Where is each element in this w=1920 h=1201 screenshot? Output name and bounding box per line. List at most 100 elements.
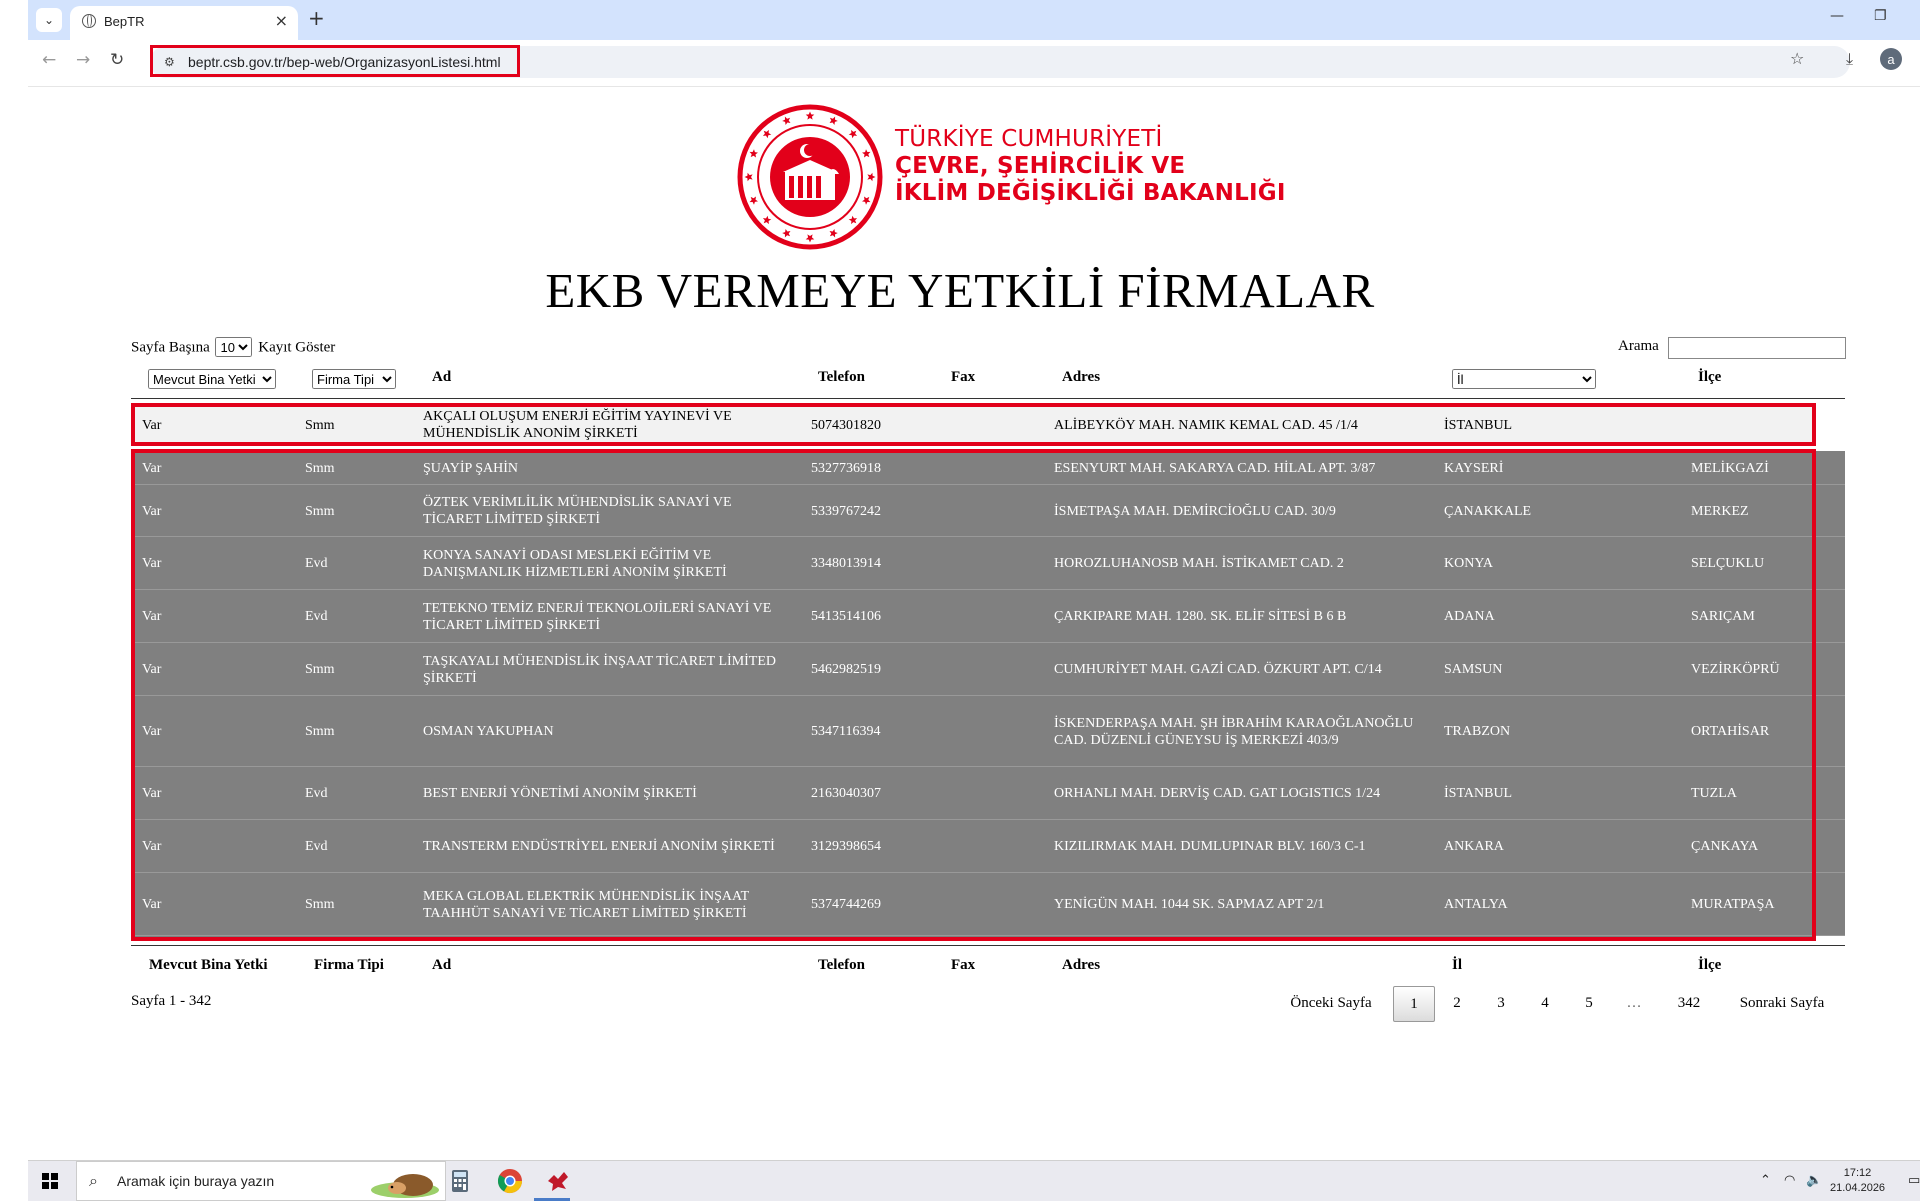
search-input[interactable] [1668, 337, 1846, 359]
page-button-4[interactable]: 4 [1533, 986, 1557, 1020]
cell-ad: KONYA SANAYİ ODASI MESLEKİ EĞİTİM VE DAN… [423, 547, 727, 580]
download-icon[interactable]: ⤓ [1846, 49, 1853, 69]
bookmark-star-icon[interactable]: ☆ [1790, 49, 1804, 68]
taskbar-search-box[interactable]: ⌕ Aramak için buraya yazın [76, 1161, 446, 1201]
page-title: EKB VERMEYE YETKİLİ FİRMALAR [545, 263, 1375, 318]
pagination-info: Sayfa 1 - 342 [131, 993, 212, 1009]
cell-telefon: 3348013914 [811, 556, 881, 571]
column-header-telefon[interactable]: Telefon [818, 369, 865, 386]
cell-fax [951, 696, 1041, 767]
chevron-up-icon[interactable]: ⌃ [1760, 1173, 1771, 1188]
cell-ilce: TUZLA [1691, 786, 1737, 801]
notification-icon[interactable]: ▭ [1908, 1173, 1920, 1188]
cell-adres: HOROZLUHANOSB MAH. İSTİKAMET CAD. 2 [1054, 556, 1344, 571]
column-header-adres[interactable]: Adres [1062, 369, 1100, 386]
cell-tip: Evd [305, 839, 328, 854]
column-header-ad[interactable]: Ad [432, 369, 451, 386]
search-icon: ⌕ [89, 1171, 98, 1190]
restore-icon[interactable]: ❐ [1874, 8, 1887, 24]
forward-arrow-icon[interactable]: → [76, 50, 90, 70]
cell-ilce: ÇANKAYA [1691, 839, 1759, 854]
page-button-3[interactable]: 3 [1489, 986, 1513, 1020]
footer-header-telefon[interactable]: Telefon [818, 957, 865, 974]
cell-mevcut: Var [142, 556, 162, 571]
prev-page-button[interactable]: Önceki Sayfa [1286, 986, 1376, 1020]
column-header-ilce[interactable]: İlçe [1698, 369, 1721, 386]
cell-adres: ALİBEYKÖY MAH. NAMIK KEMAL CAD. 45 /1/4 [1054, 417, 1358, 433]
cell-il: ÇANAKKALE [1444, 503, 1532, 519]
cell-ilce: MERKEZ [1691, 503, 1749, 519]
globe-icon [82, 14, 96, 28]
tab-search-button[interactable]: ⌄ [36, 8, 62, 32]
footer-header-ilce[interactable]: İlçe [1698, 957, 1721, 974]
cell-adres: İSMETPAŞA MAH. DEMİRCİOĞLU CAD. 30/9 [1054, 503, 1336, 519]
cell-ilce: ORTAHİSAR [1691, 724, 1770, 739]
search-control: Arama [1618, 337, 1846, 359]
windows-start-icon[interactable] [42, 1173, 58, 1189]
cell-ad: TRANSTERM ENDÜSTRİYEL ENERJİ ANONİM ŞİRK… [423, 839, 775, 854]
cell-ad: BEST ENERJİ YÖNETİMİ ANONİM ŞİRKETİ [423, 786, 697, 801]
cell-il: İSTANBUL [1444, 786, 1513, 801]
cell-ilce: SARIÇAM [1691, 609, 1755, 624]
page-button-1[interactable]: 1 [1393, 986, 1435, 1022]
page-button-5[interactable]: 5 [1577, 986, 1601, 1020]
footer-header-firma-tipi[interactable]: Firma Tipi [314, 957, 384, 974]
table-row: Var Smm ŞUAYİP ŞAHİN 5327736918 ESENYURT MAH… [131, 451, 1845, 485]
table-row: Var Smm TAŞKAYALI MÜHENDİSLİK İNŞAAT TİCAR… [131, 643, 1845, 696]
cell-adres: ÇARKIPARE MAH. 1280. SK. ELİF SİTESİ B 6… [1054, 609, 1347, 624]
cell-adres: ORHANLI MAH. DERVİŞ CAD. GAT LOGISTICS 1… [1054, 786, 1381, 801]
cell-adres: CUMHURİYET MAH. GAZİ CAD. ÖZKURT APT. C/… [1054, 662, 1382, 677]
footer-header-ad[interactable]: Ad [432, 957, 451, 974]
cell-ad: AKÇALI OLUŞUM ENERJİ EĞİTİM YAYINEVİ VE … [423, 409, 732, 441]
cell-ilce: MELİKGAZİ [1691, 460, 1769, 476]
cell-fax [951, 873, 1041, 936]
browser-tab-bar: ⌄ BepTR × + — ❐ [28, 0, 1920, 40]
footer-header-il[interactable]: İl [1452, 957, 1462, 974]
column-header-fax[interactable]: Fax [951, 369, 975, 386]
page-button-342[interactable]: 342 [1672, 986, 1706, 1020]
cell-ilce: SELÇUKLU [1691, 556, 1765, 571]
firma-tipi-filter-select[interactable]: Firma Tipi [312, 369, 396, 389]
minimize-icon[interactable]: — [1830, 8, 1844, 24]
footer-divider [131, 945, 1845, 946]
cell-tip: Smm [305, 897, 335, 912]
cell-fax [951, 537, 1041, 590]
il-filter-select[interactable]: İl [1452, 369, 1596, 389]
ministry-line-2: ÇEVRE, ŞEHİRCİLİK VE [895, 153, 1186, 179]
cell-il: KONYA [1444, 556, 1493, 571]
footer-header-fax[interactable]: Fax [951, 957, 975, 974]
footer-header-adres[interactable]: Adres [1062, 957, 1100, 974]
taskbar-search-placeholder: Aramak için buraya yazın [117, 1173, 275, 1189]
search-label: Arama [1618, 338, 1659, 354]
per-page-select[interactable]: 10 [215, 337, 253, 357]
cell-telefon: 5327736918 [811, 460, 881, 476]
network-icon[interactable]: ◠ [1784, 1173, 1795, 1188]
ministry-emblem-logo [737, 104, 883, 250]
per-page-control: Sayfa Başına 10 Kayıt Göster [131, 337, 335, 357]
browser-tab[interactable]: BepTR × [70, 6, 298, 40]
cell-tip: Smm [305, 417, 335, 433]
cell-il: ADANA [1444, 609, 1495, 624]
cell-fax [951, 485, 1041, 537]
snipping-tool-icon[interactable] [544, 1167, 572, 1195]
cell-adres: YENİGÜN MAH. 1044 SK. SAPMAZ APT 2/1 [1054, 897, 1325, 912]
close-icon[interactable]: × [275, 11, 288, 30]
mevcut-filter-select[interactable]: Mevcut Bina Yetki [148, 369, 276, 389]
footer-header-mevcut[interactable]: Mevcut Bina Yetki [149, 957, 268, 974]
cell-fax [951, 643, 1041, 696]
cell-adres: ESENYURT MAH. SAKARYA CAD. HİLAL APT. 3/… [1054, 460, 1376, 476]
new-tab-button[interactable]: + [308, 6, 325, 30]
table-row: Var Smm OSMAN YAKUPHAN 5347116394 İSKENDERPA… [131, 696, 1845, 767]
cell-mevcut: Var [142, 417, 162, 433]
volume-icon[interactable]: 🔈 [1806, 1173, 1822, 1188]
cell-adres: İSKENDERPAŞA MAH. ŞH İBRAHİM KARAOĞLANOĞ… [1054, 715, 1414, 748]
back-arrow-icon[interactable]: ← [42, 50, 56, 70]
next-page-button[interactable]: Sonraki Sayfa [1736, 986, 1828, 1020]
chrome-icon[interactable] [496, 1167, 524, 1195]
profile-avatar[interactable]: a [1880, 48, 1902, 70]
clock-time: 17:12 [1843, 1167, 1872, 1179]
page-button-2[interactable]: 2 [1445, 986, 1469, 1020]
reload-icon[interactable]: ↻ [110, 50, 124, 70]
system-clock[interactable]: 17:12 21.04.2026 [1830, 1166, 1885, 1196]
calculator-icon[interactable] [446, 1167, 474, 1195]
